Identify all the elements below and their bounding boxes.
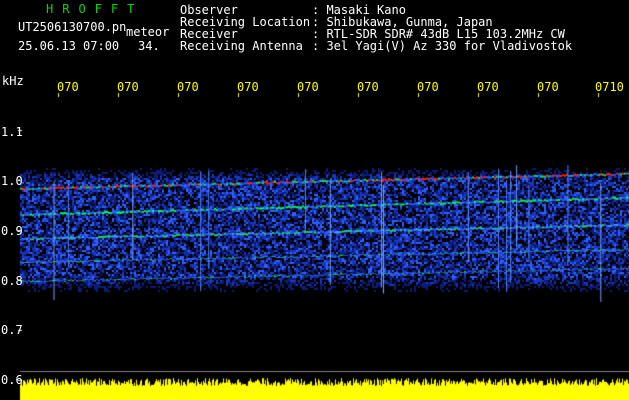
y-tick-label: 0.9 xyxy=(1,224,23,238)
y-axis-unit: kHz xyxy=(2,74,24,88)
y-tick-label: 0.8 xyxy=(1,274,23,288)
x-tick-label: 070 xyxy=(477,80,499,94)
x-tick-label: 070 xyxy=(177,80,199,94)
spectrogram-plot xyxy=(0,0,629,400)
x-tick-label: 070 xyxy=(57,80,79,94)
y-tick-label: 1.0 xyxy=(1,174,23,188)
x-tick-label: 070 xyxy=(357,80,379,94)
y-tick-label: 0.7 xyxy=(1,323,23,337)
x-tick-label: 070 xyxy=(237,80,259,94)
y-tick-label: 0.6 xyxy=(1,373,23,387)
x-tick-label: 0710 xyxy=(595,80,624,94)
y-tick-label: 1.1 xyxy=(1,125,23,139)
x-tick-label: 070 xyxy=(297,80,319,94)
x-tick-label: 070 xyxy=(537,80,559,94)
filename-label: UT2506130700.pn xyxy=(18,20,127,34)
app-title: HROFFT xyxy=(46,2,144,16)
antenna-label: Receiving Antenna xyxy=(180,39,303,53)
datetime-label: 25.06.13 07:00 xyxy=(18,39,120,53)
count-label: 34. xyxy=(138,39,160,53)
x-tick-label: 070 xyxy=(417,80,439,94)
x-tick-label: 070 xyxy=(117,80,139,94)
antenna-value: : 3el Yagi(V) Az 330 for Vladivostok xyxy=(312,39,573,53)
type-label: meteor xyxy=(126,25,170,39)
